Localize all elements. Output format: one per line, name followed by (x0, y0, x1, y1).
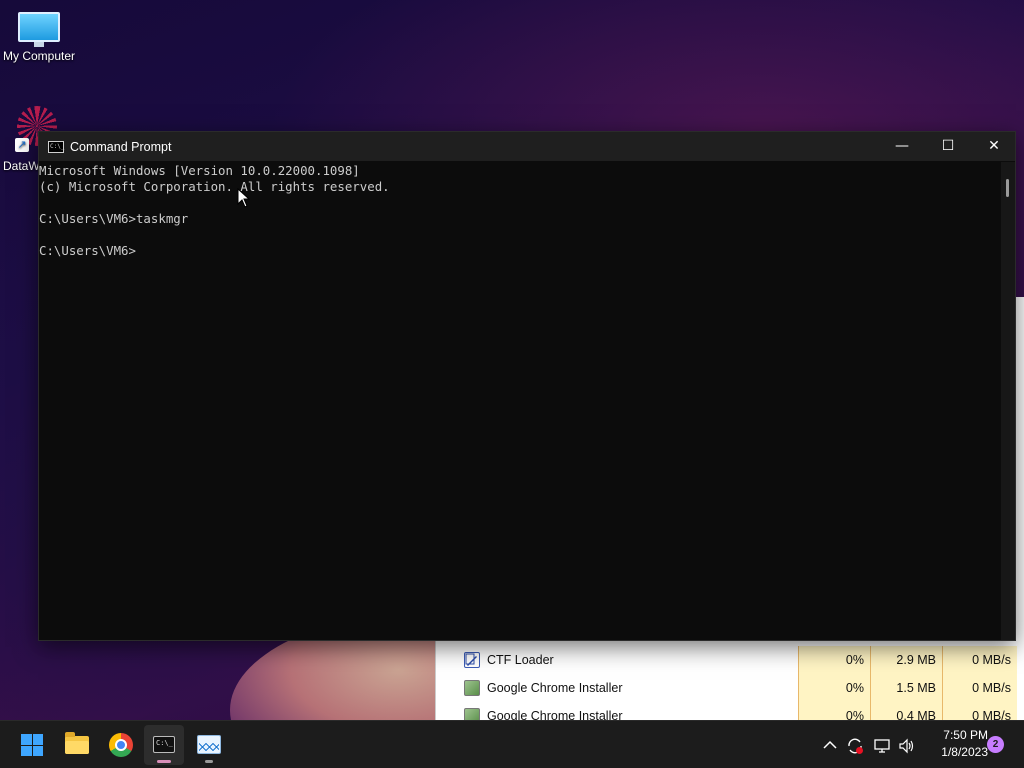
table-row[interactable]: Google Chrome Installer 0% 1.5 MB 0 MB/s (436, 674, 1024, 702)
monitor-icon (18, 12, 60, 47)
process-cpu: 0% (798, 646, 870, 674)
window-titlebar[interactable]: C:\_ Command Prompt — ☐ ✕ (39, 132, 1015, 161)
process-disk: 0 MB/s (942, 646, 1017, 674)
task-manager-icon (197, 735, 221, 754)
chrome-icon (109, 733, 133, 757)
folder-icon (65, 732, 89, 754)
file-explorer-button[interactable] (57, 725, 97, 765)
network-button[interactable] (872, 721, 892, 768)
windows-logo-icon (21, 734, 43, 756)
sync-error-icon (848, 738, 863, 755)
console-line: C:\Users\VM6>taskmgr (39, 211, 189, 226)
table-row[interactable]: CTF Loader 0% 2.9 MB 0 MB/s (436, 646, 1024, 674)
show-hidden-icons-button[interactable] (820, 721, 840, 768)
start-button[interactable] (12, 725, 52, 765)
terminal-icon: C:\_ (153, 736, 175, 753)
task-manager-taskbar-button[interactable] (189, 725, 229, 765)
process-cpu: 0% (798, 674, 870, 702)
scrollbar-thumb[interactable] (1006, 179, 1009, 197)
console-output[interactable]: Microsoft Windows [Version 10.0.22000.10… (39, 162, 1001, 640)
volume-button[interactable] (897, 721, 917, 768)
console-line: Microsoft Windows [Version 10.0.22000.10… (39, 163, 360, 178)
process-name: Google Chrome Installer (487, 681, 623, 695)
console-prompt-line: C:\Users\VM6> (39, 243, 136, 258)
chrome-button[interactable] (101, 725, 141, 765)
running-indicator (157, 760, 171, 763)
process-memory: 1.5 MB (870, 674, 942, 702)
installer-icon (464, 680, 480, 696)
notification-badge[interactable]: 2 (987, 736, 1004, 753)
command-prompt-window[interactable]: C:\_ Command Prompt — ☐ ✕ Microsoft Wind… (38, 131, 1016, 641)
clock-time: 7:50 PM (943, 728, 988, 742)
clock-date: 1/8/2023 (941, 745, 988, 759)
maximize-button[interactable]: ☐ (925, 132, 971, 161)
process-name: CTF Loader (487, 653, 554, 667)
chevron-up-icon (823, 740, 837, 749)
sync-status-button[interactable] (845, 721, 865, 768)
command-prompt-icon: C:\_ (48, 140, 64, 153)
window-title: Command Prompt (70, 139, 172, 154)
network-icon (874, 739, 890, 753)
command-prompt-taskbar-button[interactable]: C:\_ (144, 725, 184, 765)
clock[interactable]: 7:50 PM 1/8/2023 (926, 727, 988, 761)
console-line: (c) Microsoft Corporation. All rights re… (39, 179, 390, 194)
speaker-icon (899, 738, 914, 754)
ctf-loader-icon (464, 652, 480, 668)
desktop-icon-label: My Computer (2, 49, 76, 63)
vertical-scrollbar[interactable] (1001, 162, 1015, 640)
minimize-button[interactable]: — (879, 132, 925, 161)
running-indicator (205, 760, 213, 763)
process-memory: 2.9 MB (870, 646, 942, 674)
taskbar: C:\_ 7:50 PM 1/8/2023 (0, 720, 1024, 768)
process-disk: 0 MB/s (942, 674, 1017, 702)
desktop-icon-my-computer[interactable]: My Computer (0, 12, 78, 63)
close-button[interactable]: ✕ (971, 132, 1017, 161)
